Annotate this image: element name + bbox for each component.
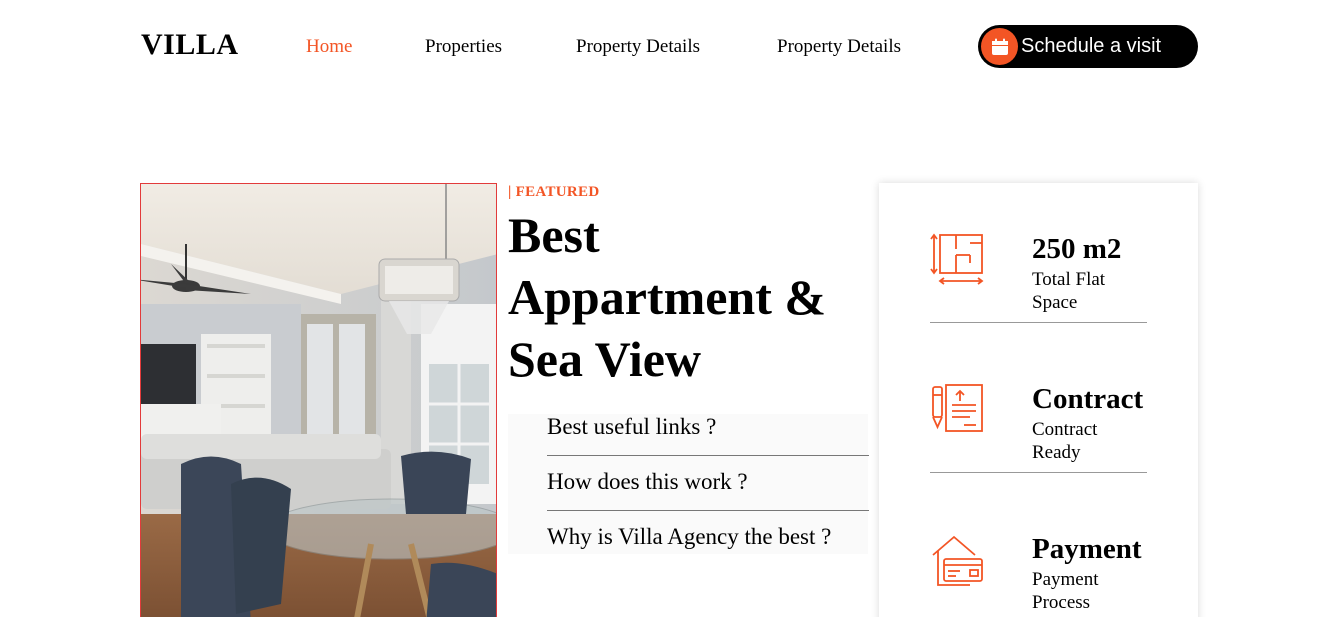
site-header: VILLA Home Properties Property Details P… [0, 0, 1337, 92]
info-title: Contract [1032, 383, 1144, 415]
featured-tag: | FEATURED [508, 184, 600, 200]
schedule-visit-label: Schedule a visit [1021, 35, 1162, 57]
nav-property-details-2[interactable]: Property Details [777, 36, 901, 58]
nav-properties[interactable]: Properties [425, 36, 502, 58]
calendar-icon [981, 28, 1018, 65]
payment-icon [930, 533, 984, 587]
featured-headline: Best Appartment & Sea View [508, 207, 827, 387]
faq-item-useful-links[interactable]: Best useful links ? [547, 414, 869, 456]
faq-accordion: Best useful links ? How does this work ?… [508, 414, 869, 554]
schedule-visit-button[interactable]: Schedule a visit [978, 25, 1198, 68]
info-subtitle: Payment Process [1032, 569, 1099, 613]
property-info-card: 250 m2 Total Flat Space Contract Contrac… [879, 183, 1198, 617]
faq-item-why-villa[interactable]: Why is Villa Agency the best ? [547, 524, 869, 554]
site-logo[interactable]: VILLA [141, 28, 239, 62]
info-title: Payment [1032, 533, 1142, 565]
info-subtitle: Total Flat Space [1032, 269, 1106, 313]
faq-item-how-it-works[interactable]: How does this work ? [547, 469, 869, 511]
contract-icon [930, 383, 984, 437]
divider [930, 322, 1147, 323]
info-title: 250 m2 [1032, 233, 1122, 265]
divider [930, 472, 1147, 473]
nav-home[interactable]: Home [306, 36, 352, 58]
featured-apartment-photo [140, 183, 497, 617]
floor-plan-icon [930, 233, 984, 287]
nav-property-details[interactable]: Property Details [576, 36, 700, 58]
info-subtitle: Contract Ready [1032, 419, 1098, 463]
